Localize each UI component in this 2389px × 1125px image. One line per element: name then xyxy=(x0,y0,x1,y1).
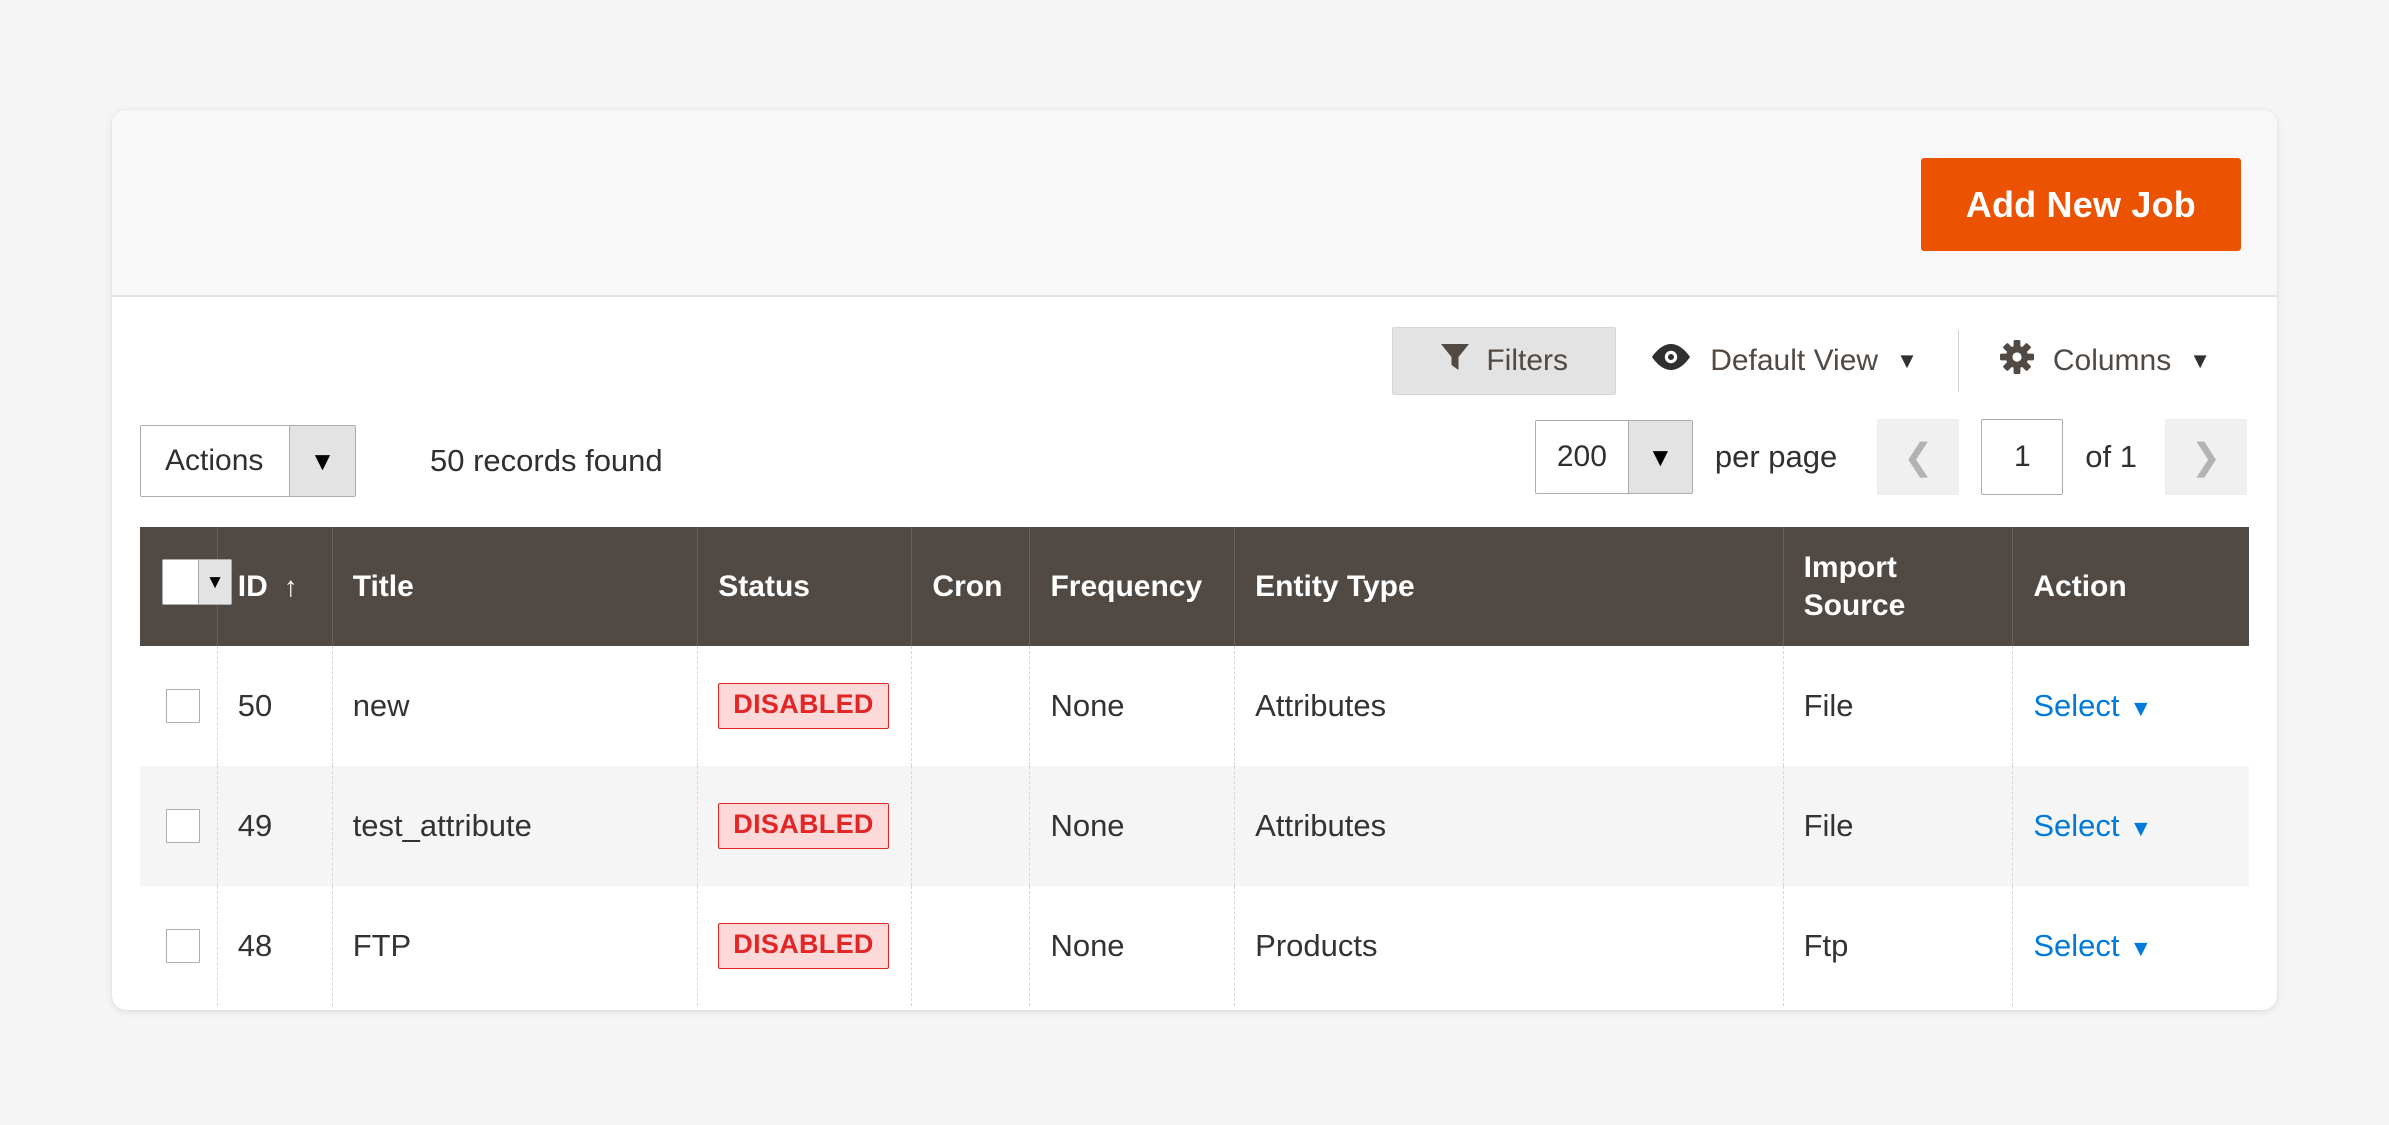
default-view-dropdown[interactable]: Default View ▼ xyxy=(1616,342,1952,380)
grid-toolbar-controls: Filters Default View ▼ Columns ▼ xyxy=(1392,327,2245,395)
funnel-icon xyxy=(1440,341,1470,381)
cell-status: DISABLED xyxy=(697,646,913,766)
select-all-checkbox-dropdown[interactable]: ▼ xyxy=(162,559,232,606)
current-page-input[interactable] xyxy=(1981,419,2064,495)
row-action-select[interactable]: Select ▼ xyxy=(2033,928,2152,963)
row-action-label: Select xyxy=(2033,688,2120,723)
cell-action[interactable]: Select ▼ xyxy=(2012,646,2249,766)
columns-dropdown[interactable]: Columns ▼ xyxy=(1965,339,2245,383)
chevron-down-icon: ▼ xyxy=(1896,348,1918,373)
mass-actions-label: Actions xyxy=(141,426,289,496)
default-view-label: Default View xyxy=(1710,344,1879,377)
table-header-row: ▼ ID ↑ Title Status Cron Frequency Entit… xyxy=(140,527,2249,646)
cell-action[interactable]: Select ▼ xyxy=(2012,766,2249,886)
table-head: ▼ ID ↑ Title Status Cron Frequency Entit… xyxy=(140,527,2249,646)
column-header-action[interactable]: Action xyxy=(2012,527,2249,646)
cell-action[interactable]: Select ▼ xyxy=(2012,886,2249,1006)
cell-entity-type: Attributes xyxy=(1234,766,1784,886)
cell-cron xyxy=(911,646,1031,766)
status-badge: DISABLED xyxy=(718,923,889,969)
cell-entity-type: Products xyxy=(1234,886,1784,1006)
page-root: Add New Job Filters Default View ▼ Colum… xyxy=(0,0,2389,1125)
grid-subbar: Actions ▼ 50 records found 200 ▼ per pag… xyxy=(112,409,2277,527)
chevron-down-icon: ▼ xyxy=(2129,695,2153,721)
column-header-cron[interactable]: Cron xyxy=(911,527,1031,646)
chevron-down-icon: ▼ xyxy=(289,426,355,496)
cell-import-source: File xyxy=(1783,646,2014,766)
mass-actions-select[interactable]: Actions ▼ xyxy=(140,425,356,497)
cell-id: 49 xyxy=(217,766,333,886)
chevron-down-icon: ▼ xyxy=(197,560,231,605)
row-select-cell[interactable] xyxy=(140,646,218,766)
column-header-id-label: ID xyxy=(237,569,268,603)
grid-toolbar: Filters Default View ▼ Columns ▼ xyxy=(112,297,2277,409)
cell-frequency: None xyxy=(1029,886,1236,1006)
table-row[interactable]: 48 FTP DISABLED None Products Ftp Select ▼ xyxy=(140,886,2249,1006)
toolbar-divider xyxy=(1957,330,1959,392)
chevron-down-icon: ▼ xyxy=(2129,935,2153,961)
per-page-select[interactable]: 200 ▼ xyxy=(1534,420,1693,494)
status-badge: DISABLED xyxy=(718,803,889,849)
cell-title: FTP xyxy=(332,886,699,1006)
chevron-left-icon: ❮ xyxy=(1903,436,1934,477)
row-action-select[interactable]: Select ▼ xyxy=(2033,808,2152,843)
add-new-job-button[interactable]: Add New Job xyxy=(1920,158,2241,251)
cell-cron xyxy=(911,766,1031,886)
previous-page-button[interactable]: ❮ xyxy=(1877,419,1960,495)
columns-label: Columns xyxy=(2052,344,2172,377)
cell-status: DISABLED xyxy=(697,766,913,886)
eye-icon xyxy=(1650,342,1692,380)
column-header-select-all[interactable]: ▼ xyxy=(140,527,232,646)
select-all-checkbox[interactable] xyxy=(163,560,198,605)
row-action-label: Select xyxy=(2033,928,2120,963)
row-action-label: Select xyxy=(2033,808,2120,843)
row-select-cell[interactable] xyxy=(140,766,218,886)
chevron-down-icon: ▼ xyxy=(1627,421,1692,493)
column-header-id[interactable]: ID ↑ xyxy=(217,527,333,646)
admin-grid-panel: Add New Job Filters Default View ▼ Colum… xyxy=(112,110,2277,1010)
cell-title: new xyxy=(332,646,699,766)
chevron-right-icon: ❯ xyxy=(2190,436,2222,477)
gear-icon xyxy=(1999,339,2035,383)
cell-frequency: None xyxy=(1029,766,1236,886)
column-header-entity-type[interactable]: Entity Type xyxy=(1234,527,1784,646)
table-body: 50 new DISABLED None Attributes File Select ▼ 49… xyxy=(140,646,2249,1006)
pagination-controls: 200 ▼ per page ❮ of 1 ❯ xyxy=(1534,419,2247,495)
cell-import-source: Ftp xyxy=(1783,886,2014,1006)
row-checkbox[interactable] xyxy=(166,689,200,723)
table-row[interactable]: 49 test_attribute DISABLED None Attributes Fi… xyxy=(140,766,2249,886)
sort-ascending-icon: ↑ xyxy=(283,570,298,602)
total-pages-label: of 1 xyxy=(2085,439,2137,474)
table-row[interactable]: 50 new DISABLED None Attributes File Select ▼ xyxy=(140,646,2249,766)
cell-import-source: File xyxy=(1783,766,2014,886)
per-page-label: per page xyxy=(1714,439,1838,474)
column-header-frequency[interactable]: Frequency xyxy=(1029,527,1236,646)
cell-id: 48 xyxy=(217,886,333,1006)
row-select-cell[interactable] xyxy=(140,886,218,1006)
cell-status: DISABLED xyxy=(697,886,913,1006)
column-header-title[interactable]: Title xyxy=(332,527,699,646)
chevron-down-icon: ▼ xyxy=(2189,348,2211,373)
column-header-status[interactable]: Status xyxy=(697,527,913,646)
filters-label: Filters xyxy=(1486,344,1569,377)
cell-cron xyxy=(911,886,1031,1006)
cell-entity-type: Attributes xyxy=(1234,646,1784,766)
records-found-text: 50 records found xyxy=(430,443,663,478)
page-actions-bar: Add New Job xyxy=(112,110,2277,297)
filters-button[interactable]: Filters xyxy=(1392,327,1617,395)
cell-id: 50 xyxy=(217,646,333,766)
column-header-import-source[interactable]: Import Source xyxy=(1783,527,2014,646)
row-checkbox[interactable] xyxy=(166,929,200,963)
status-badge: DISABLED xyxy=(718,683,889,729)
data-grid-wrapper: ▼ ID ↑ Title Status Cron Frequency Entit… xyxy=(140,527,2249,1006)
row-checkbox[interactable] xyxy=(166,809,200,843)
cell-frequency: None xyxy=(1029,646,1236,766)
chevron-down-icon: ▼ xyxy=(2129,815,2153,841)
next-page-button[interactable]: ❯ xyxy=(2165,419,2247,495)
per-page-value: 200 xyxy=(1535,421,1628,493)
row-action-select[interactable]: Select ▼ xyxy=(2033,688,2152,723)
import-jobs-table: ▼ ID ↑ Title Status Cron Frequency Entit… xyxy=(140,527,2249,1006)
cell-title: test_attribute xyxy=(332,766,699,886)
